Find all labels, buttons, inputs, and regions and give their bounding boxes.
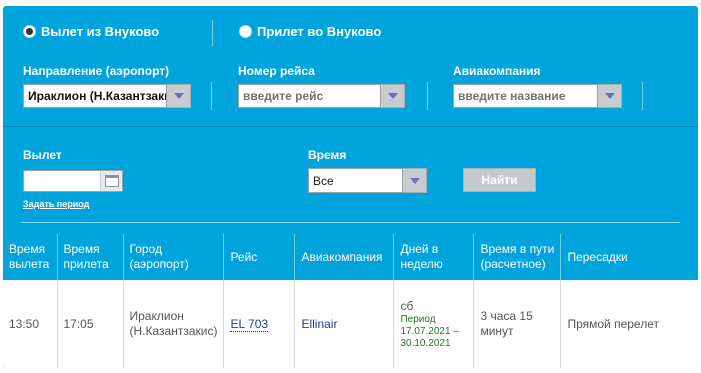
cell-duration: 3 часа 15 минут (473, 280, 562, 368)
airline-name: Ellinair (301, 316, 338, 331)
direction-toggle: Вылет из Внуково Прилет во Внуково (23, 24, 698, 44)
chevron-down-icon (409, 177, 420, 184)
table-header-row: Время вылета Время прилета Город (аэропо… (3, 234, 698, 280)
results-divider (21, 222, 680, 223)
airline-dropdown-button[interactable] (598, 84, 622, 108)
col-flight: Рейс (223, 234, 296, 280)
airline-label: Авиакомпания (453, 64, 541, 78)
direction-dropdown-button[interactable] (167, 84, 191, 108)
cell-airline: Ellinair (294, 280, 395, 368)
airline-input[interactable]: введите название (453, 84, 598, 108)
departure-radio-label: Вылет из Внуково (41, 24, 160, 39)
direction-select[interactable]: Ираклион (Н.Казантзакис) (23, 84, 191, 108)
arrival-radio-label: Прилет во Внуково (257, 24, 382, 39)
calendar-icon (104, 175, 119, 187)
set-period-link[interactable]: Задать период (23, 199, 89, 209)
chevron-down-icon (387, 93, 398, 99)
col-days: Дней в неделю (393, 234, 475, 280)
cell-transfers: Прямой перелет (560, 280, 698, 368)
cell-city: Ираклион (Н.Казантзакис) (123, 280, 225, 368)
col-departure-time: Время вылета (3, 234, 58, 280)
flight-link[interactable]: EL 703 (230, 316, 269, 332)
results-table: Время вылета Время прилета Город (аэропо… (3, 234, 698, 368)
days-of-week: сб (400, 298, 414, 313)
airline-select[interactable]: введите название (453, 84, 622, 108)
find-button[interactable]: Найти (463, 168, 536, 192)
date-input[interactable] (24, 171, 100, 191)
cell-flight: EL 703 (223, 280, 296, 368)
calendar-button[interactable] (100, 171, 122, 191)
time-value[interactable]: Все (308, 168, 403, 193)
flight-number-select[interactable]: введите рейс (238, 84, 405, 108)
period-label: Период (400, 313, 436, 325)
date-field[interactable] (23, 170, 123, 192)
flight-number-dropdown-button[interactable] (381, 84, 405, 108)
radio-unchecked-icon (239, 25, 252, 38)
radio-checked-icon (23, 25, 36, 38)
flight-number-label: Номер рейса (238, 64, 315, 78)
cell-days: сб Период 17.07.2021 – 30.10.2021 (393, 280, 475, 368)
cell-departure-time: 13:50 (3, 280, 58, 368)
col-duration: Время в пути (расчетное) (473, 234, 562, 280)
filter-divider (642, 82, 643, 110)
chevron-down-icon (604, 93, 615, 99)
table-row: 13:50 17:05 Ираклион (Н.Казантзакис) EL … (3, 280, 698, 368)
search-panel: Вылет из Внуково Прилет во Внуково Напра… (3, 6, 698, 368)
time-label: Время (308, 148, 347, 162)
period-value: 17.07.2021 – 30.10.2021 (400, 325, 459, 349)
time-dropdown-button[interactable] (403, 168, 427, 193)
filter-divider (211, 82, 212, 110)
col-airline: Авиакомпания (294, 234, 395, 280)
direction-value[interactable]: Ираклион (Н.Казантзакис) (23, 84, 167, 108)
cell-arrival-time: 17:05 (57, 280, 124, 368)
departure-date-label: Вылет (23, 148, 62, 162)
arrival-radio[interactable]: Прилет во Внуково (239, 24, 381, 39)
col-arrival-time: Время прилета (57, 234, 124, 280)
time-select[interactable]: Все (308, 168, 427, 193)
chevron-down-icon (173, 93, 184, 99)
section-shadow-line (3, 126, 698, 127)
filter-divider (427, 82, 428, 110)
radio-divider (212, 20, 213, 46)
col-transfers: Пересадки (560, 234, 698, 280)
flight-number-input[interactable]: введите рейс (238, 84, 381, 108)
departure-radio[interactable]: Вылет из Внуково (23, 24, 159, 39)
direction-label: Направление (аэропорт) (23, 64, 170, 78)
col-city: Город (аэропорт) (123, 234, 225, 280)
